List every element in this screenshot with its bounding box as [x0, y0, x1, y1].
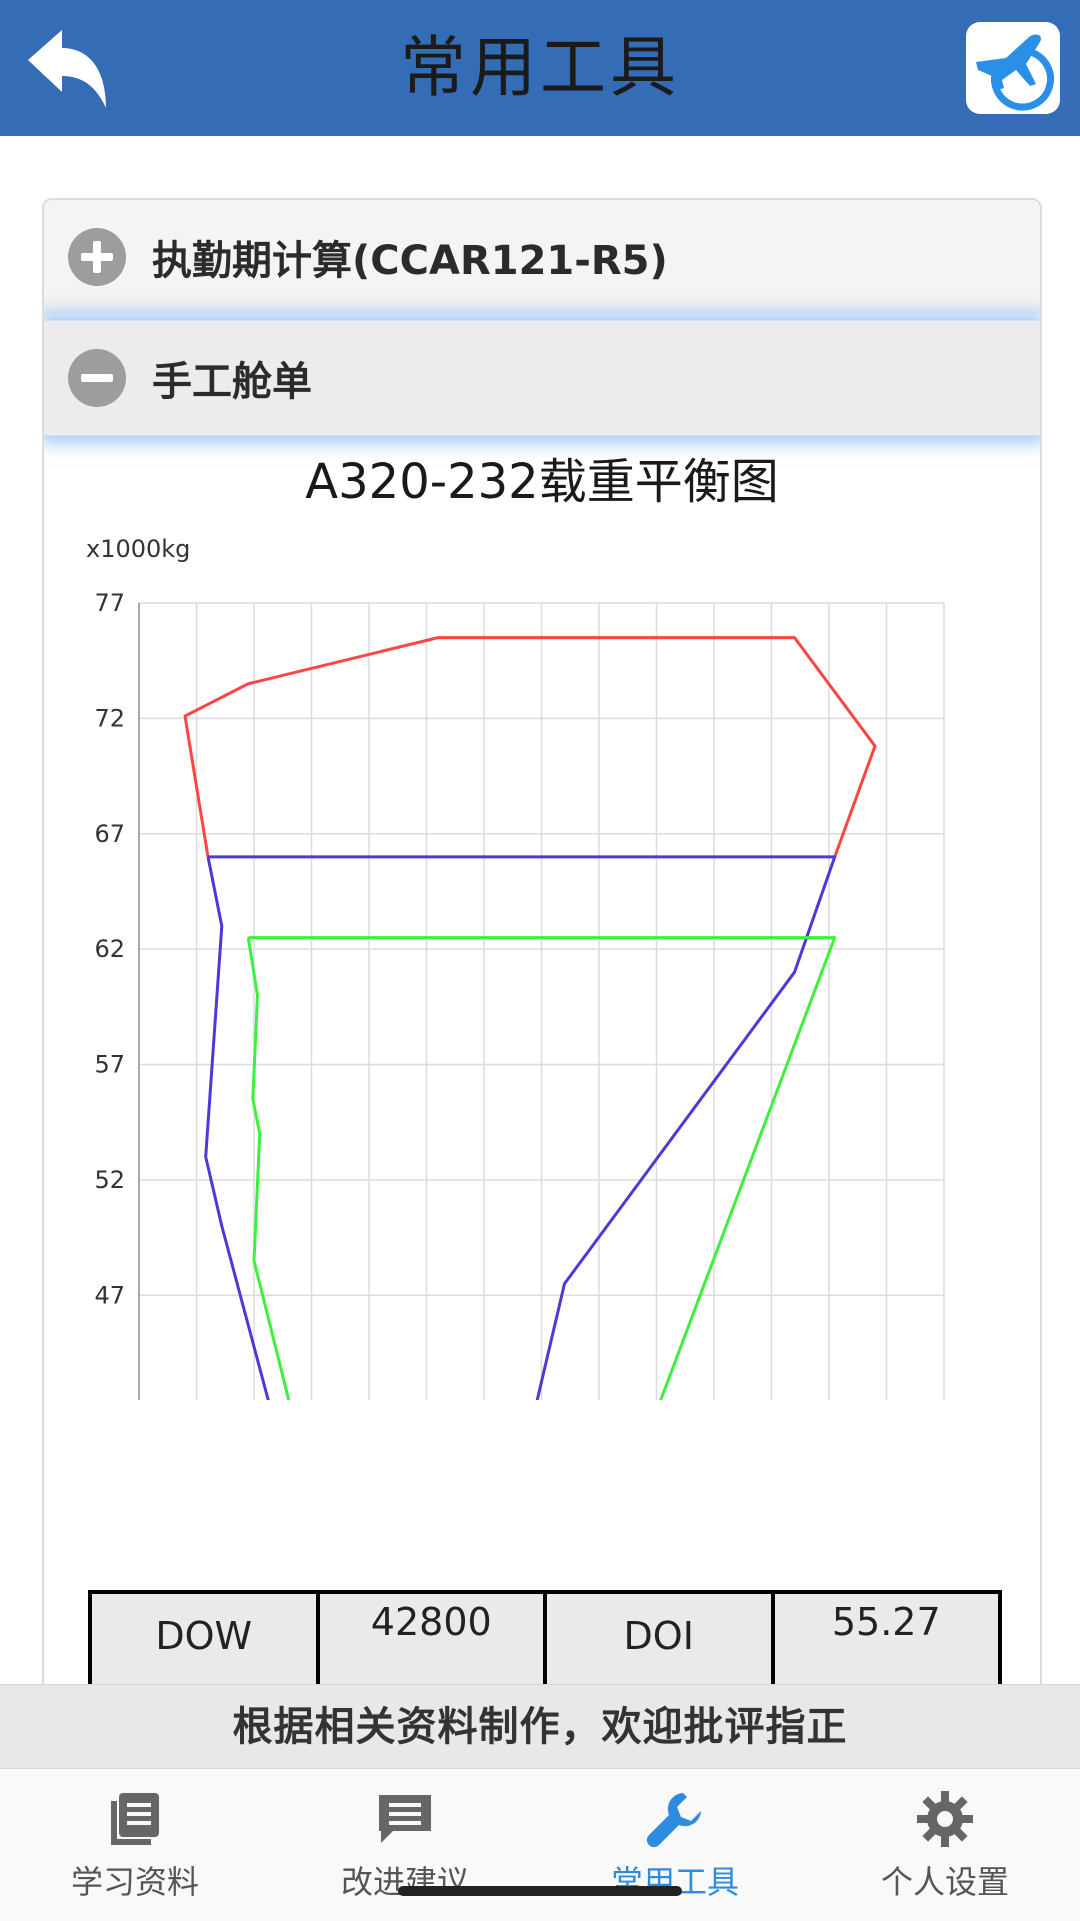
- page-title: 常用工具: [400, 29, 680, 106]
- y-tick-label: 57: [94, 1051, 125, 1079]
- nav-item-tools[interactable]: 常用工具: [540, 1769, 810, 1921]
- gear-icon: [917, 1791, 973, 1847]
- nav-item-suggestions[interactable]: 改进建议: [270, 1769, 540, 1921]
- y-tick-label: 67: [94, 820, 125, 848]
- nav-label: 常用工具: [610, 1863, 739, 1901]
- nav-label: 改进建议: [340, 1863, 469, 1901]
- balance-chart: 3035404550556065707580859095100374247525…: [94, 589, 945, 1400]
- y-tick-label: 42: [94, 1397, 125, 1400]
- y-tick-label: 62: [94, 935, 125, 963]
- nav-item-study-materials[interactable]: 学习资料: [0, 1769, 270, 1921]
- home-indicator: [398, 1886, 682, 1896]
- footer-note: 根据相关资料制作，欢迎批评指正: [0, 1684, 1080, 1769]
- nav-label: 个人设置: [880, 1863, 1009, 1901]
- bottom-nav: 学习资料 改进建议 常用工具 个人设置: [0, 1768, 1080, 1921]
- nav-label: 学习资料: [70, 1863, 199, 1901]
- nav-item-settings[interactable]: 个人设置: [810, 1769, 1080, 1921]
- y-tick-label: 52: [94, 1166, 125, 1194]
- book-icon: [111, 1793, 159, 1845]
- comment-icon: [379, 1795, 431, 1843]
- top-bar: 常用工具: [0, 0, 1080, 136]
- y-tick-label: 47: [94, 1281, 125, 1309]
- y-tick-label: 72: [94, 704, 125, 732]
- tools-panel: 执勤期计算(CCAR121-R5) 手工舱单 A320-232载重平衡图 x10…: [42, 198, 1042, 1702]
- airplane-logo-icon[interactable]: [966, 22, 1060, 114]
- y-tick-label: 77: [94, 589, 125, 617]
- series-line-4: [246, 937, 291, 1400]
- wrench-icon: [646, 1793, 701, 1848]
